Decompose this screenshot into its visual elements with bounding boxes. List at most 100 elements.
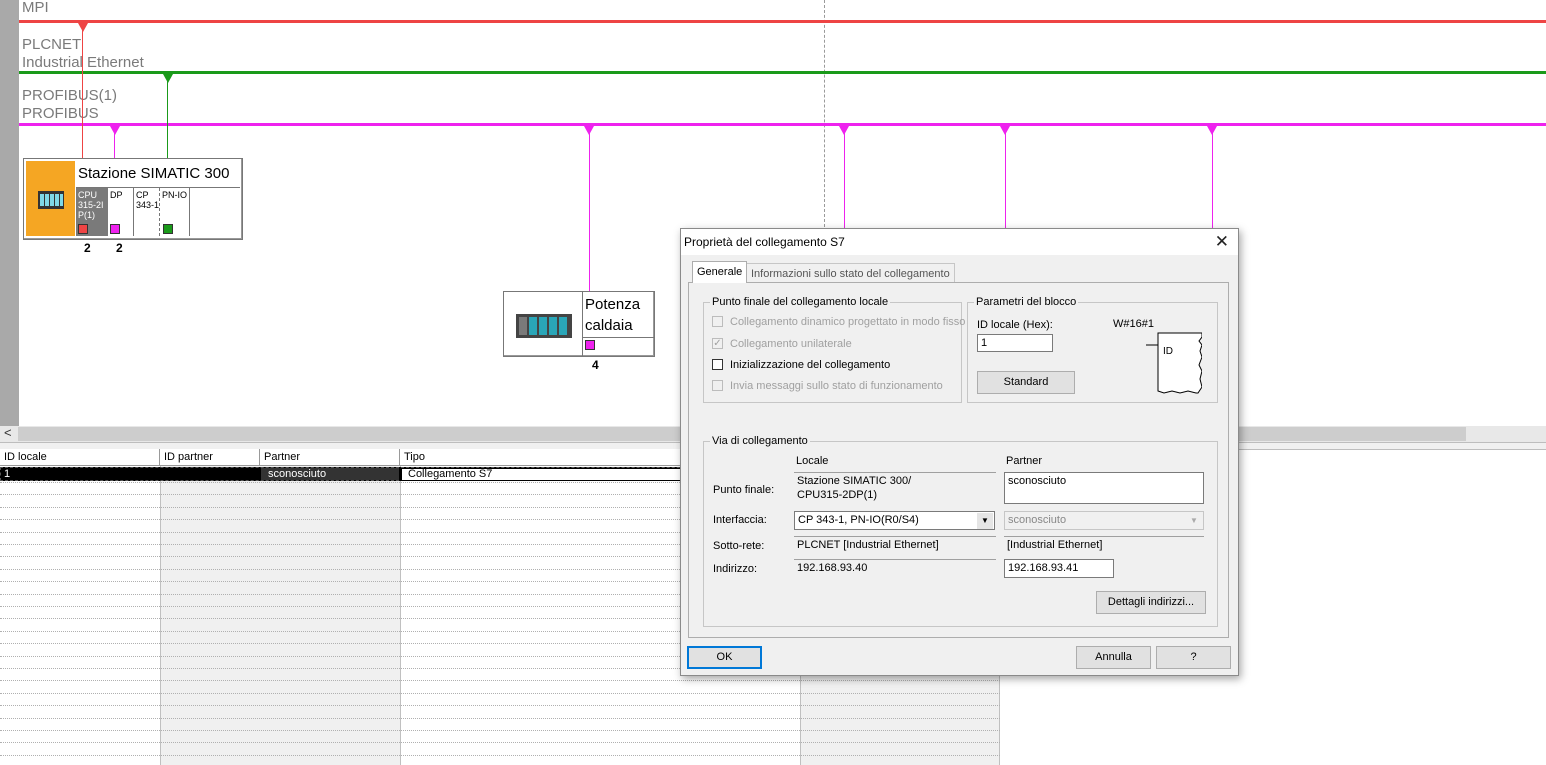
local-endpoint-group: Punto finale del collegamento locale Col… — [703, 295, 965, 403]
profibus-port[interactable] — [110, 224, 120, 234]
ethernet-port[interactable] — [163, 224, 173, 234]
address-details-button[interactable]: Dettagli indirizzi... — [1096, 591, 1206, 614]
slot-cp-line: 343-1 — [136, 200, 160, 210]
profibus-drop-line — [1212, 126, 1213, 236]
mpi-port[interactable] — [78, 224, 88, 234]
block-params-group: Parametri del blocco ID locale (Hex): 1 … — [967, 295, 1218, 403]
tab-generale[interactable]: Generale — [692, 261, 748, 283]
partner-subnet-field: [Industrial Ethernet] — [1004, 536, 1204, 554]
dialog-titlebar[interactable]: Proprietà del collegamento S7 ✕ — [681, 229, 1238, 255]
local-subnet-field: PLCNET [Industrial Ethernet] — [794, 536, 996, 554]
mpi-bus[interactable] — [19, 20, 1546, 23]
id-box-label: ID — [1163, 346, 1173, 357]
station-icon-area — [26, 161, 75, 236]
node-address-label: 2 — [84, 241, 91, 255]
table-row — [0, 730, 1000, 731]
profibus-drop-line — [1005, 126, 1006, 236]
local-endpoint-line: CPU315-2DP(1) — [797, 489, 878, 501]
station-title: caldaia — [585, 317, 633, 334]
station-potenza-caldaia[interactable]: Potenza caldaia — [503, 291, 655, 357]
slot-cpu-line: 315-2I — [78, 200, 104, 210]
slot-dp-label: DP — [110, 190, 123, 200]
profibus-port[interactable] — [585, 340, 595, 350]
cancel-button[interactable]: Annulla — [1076, 646, 1151, 669]
plc-rack-icon — [516, 314, 572, 338]
s7-connection-properties-dialog[interactable]: Proprietà del collegamento S7 ✕ Generale… — [680, 228, 1239, 676]
row-label-interface: Interfaccia: — [713, 514, 767, 526]
local-endpoint-line: Stazione SIMATIC 300/ — [797, 475, 912, 487]
slot-cp[interactable]: CP 343-1 — [134, 188, 160, 236]
cell-partner: sconosciuto — [268, 468, 327, 480]
partner-interface-value: sconosciuto — [1008, 514, 1067, 526]
profibus-bus[interactable] — [19, 123, 1546, 126]
station-title: Potenza — [585, 296, 641, 313]
local-address-field: 192.168.93.40 — [794, 559, 996, 577]
left-border — [0, 0, 19, 426]
grid-column — [260, 466, 401, 765]
station-title: Stazione SIMATIC 300 — [78, 165, 230, 182]
checkbox-label: Invia messaggi sullo stato di funzioname… — [730, 380, 943, 392]
ethernet-bus[interactable] — [19, 71, 1546, 74]
table-row — [0, 680, 1000, 681]
local-endpoint-field: Stazione SIMATIC 300/ CPU315-2DP(1) — [794, 472, 996, 504]
local-id-input[interactable]: 1 — [977, 334, 1053, 352]
partner-endpoint-field[interactable]: sconosciuto — [1004, 472, 1204, 504]
slot-cp-line: CP — [136, 190, 149, 200]
close-icon[interactable]: ✕ — [1215, 232, 1229, 252]
local-interface-value: CP 343-1, PN-IO(R0/S4) — [798, 514, 919, 526]
column-header-id-locale[interactable]: ID locale — [0, 449, 160, 466]
checkbox-label: Inizializzazione del collegamento — [730, 359, 891, 371]
profibus-label: PROFIBUS(1) — [22, 87, 118, 104]
row-label-endpoint: Punto finale: — [713, 484, 775, 496]
column-label-partner: Partner — [1006, 455, 1043, 467]
standard-button[interactable]: Standard — [977, 371, 1075, 394]
group-label: Parametri del blocco — [974, 295, 1079, 309]
tab-info-stato[interactable]: Informazioni sullo stato del collegament… — [746, 263, 955, 283]
tab-panel: Punto finale del collegamento locale Col… — [688, 282, 1229, 638]
table-row — [0, 705, 1000, 706]
ethernet-node-marker — [163, 74, 173, 83]
profibus-node-marker — [110, 126, 120, 135]
slot-cpu-line: CPU — [78, 190, 98, 200]
station-simatic-300[interactable]: Stazione SIMATIC 300 CPU 315-2I P(1) DP … — [23, 158, 243, 240]
node-address-label: 4 — [592, 358, 599, 372]
group-label: Via di collegamento — [710, 434, 810, 448]
divider — [582, 292, 583, 356]
dynamic-connection-checkbox[interactable] — [712, 316, 723, 327]
slot-pn-io[interactable]: PN-IO — [160, 188, 190, 236]
connection-path-group: Via di collegamento Locale Partner Punto… — [703, 434, 1218, 627]
profibus-type-label: PROFIBUS — [22, 105, 99, 122]
w-value-label: W#16#1 — [1113, 318, 1154, 330]
node-address-label: 2 — [116, 241, 123, 255]
group-label: Punto finale del collegamento locale — [710, 295, 891, 309]
table-row — [0, 693, 1000, 694]
row-label-address: Indirizzo: — [713, 563, 758, 575]
divider — [582, 337, 654, 338]
unilateral-checkbox[interactable]: ✓ — [712, 338, 723, 349]
column-header-partner[interactable]: Partner — [260, 449, 400, 466]
partner-address-input[interactable]: 192.168.93.41 — [1004, 559, 1114, 578]
local-interface-dropdown[interactable]: CP 343-1, PN-IO(R0/S4) ▼ — [794, 511, 995, 530]
table-row — [0, 755, 1000, 756]
help-button[interactable]: ? — [1156, 646, 1231, 669]
send-status-messages-checkbox[interactable] — [712, 380, 723, 391]
slot-cpu[interactable]: CPU 315-2I P(1) — [76, 188, 108, 236]
chevron-down-icon[interactable]: ▼ — [977, 513, 993, 529]
column-label-locale: Locale — [796, 455, 829, 467]
init-connection-checkbox[interactable] — [712, 359, 723, 370]
chevron-down-icon[interactable]: ▼ — [1186, 513, 1202, 529]
partner-interface-dropdown[interactable]: sconosciuto ▼ — [1004, 511, 1204, 530]
slot-cpu-line: P(1) — [78, 210, 96, 220]
slot-dp[interactable]: DP — [108, 188, 134, 236]
mpi-node-marker — [78, 23, 88, 32]
column-header-id-partner[interactable]: ID partner — [160, 449, 260, 466]
block-id-diagram — [1146, 332, 1202, 394]
cell-tipo: Collegamento S7 — [408, 468, 493, 480]
table-row — [0, 718, 1000, 719]
grid-column — [160, 466, 262, 765]
scroll-left-arrow[interactable]: < — [4, 425, 12, 440]
dialog-title: Proprietà del collegamento S7 — [684, 235, 845, 249]
ok-button[interactable]: OK — [687, 646, 762, 669]
cell-id-locale: 1 — [4, 468, 11, 480]
profibus-drop-line — [844, 126, 845, 236]
